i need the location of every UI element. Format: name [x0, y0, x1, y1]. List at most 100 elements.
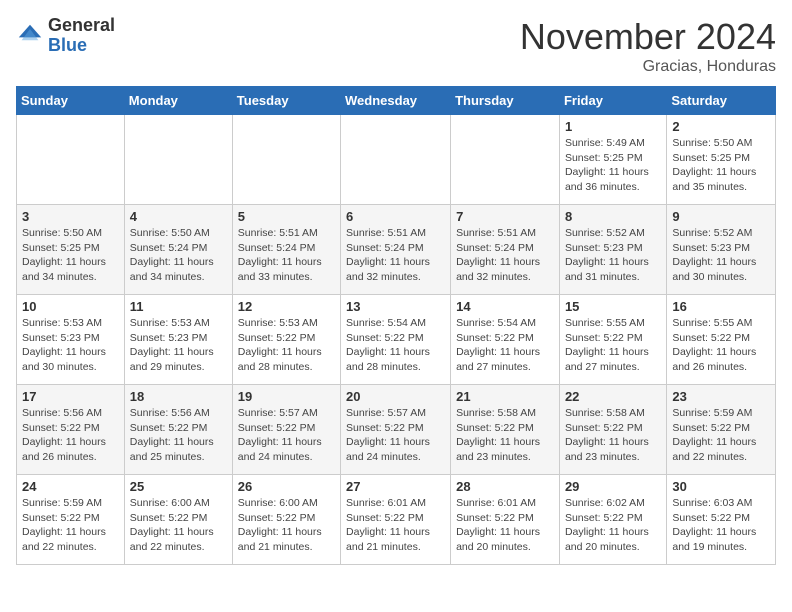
- day-number: 11: [130, 299, 227, 314]
- day-number: 24: [22, 479, 119, 494]
- day-info: Sunrise: 5:55 AM Sunset: 5:22 PM Dayligh…: [672, 316, 770, 375]
- day-number: 26: [238, 479, 335, 494]
- calendar-cell: 23 Sunrise: 5:59 AM Sunset: 5:22 PM Dayli…: [667, 385, 776, 475]
- calendar-cell: [451, 115, 560, 205]
- day-number: 23: [672, 389, 770, 404]
- day-info: Sunrise: 5:54 AM Sunset: 5:22 PM Dayligh…: [346, 316, 445, 375]
- day-number: 21: [456, 389, 554, 404]
- day-number: 2: [672, 119, 770, 134]
- logo-icon: [16, 22, 44, 50]
- day-number: 5: [238, 209, 335, 224]
- calendar-cell: 24 Sunrise: 5:59 AM Sunset: 5:22 PM Dayli…: [17, 475, 125, 565]
- day-info: Sunrise: 5:57 AM Sunset: 5:22 PM Dayligh…: [238, 406, 335, 465]
- day-number: 15: [565, 299, 661, 314]
- calendar-cell: 7 Sunrise: 5:51 AM Sunset: 5:24 PM Daylig…: [451, 205, 560, 295]
- day-number: 3: [22, 209, 119, 224]
- calendar-cell: [17, 115, 125, 205]
- weekday-header-row: SundayMondayTuesdayWednesdayThursdayFrid…: [17, 87, 776, 115]
- day-info: Sunrise: 5:51 AM Sunset: 5:24 PM Dayligh…: [238, 226, 335, 285]
- day-number: 27: [346, 479, 445, 494]
- day-number: 17: [22, 389, 119, 404]
- calendar-cell: 29 Sunrise: 6:02 AM Sunset: 5:22 PM Dayli…: [559, 475, 666, 565]
- calendar-cell: 25 Sunrise: 6:00 AM Sunset: 5:22 PM Dayli…: [124, 475, 232, 565]
- calendar-cell: 15Sunrise: 5:55 AM Sunset: 5:22 PM Dayli…: [559, 295, 666, 385]
- day-info: Sunrise: 5:50 AM Sunset: 5:24 PM Dayligh…: [130, 226, 227, 285]
- day-info: Sunrise: 5:52 AM Sunset: 5:23 PM Dayligh…: [672, 226, 770, 285]
- day-info: Sunrise: 5:53 AM Sunset: 5:22 PM Dayligh…: [238, 316, 335, 375]
- week-row-2: 3Sunrise: 5:50 AM Sunset: 5:25 PM Daylig…: [17, 205, 776, 295]
- day-number: 6: [346, 209, 445, 224]
- weekday-header-sunday: Sunday: [17, 87, 125, 115]
- calendar-cell: 21 Sunrise: 5:58 AM Sunset: 5:22 PM Dayli…: [451, 385, 560, 475]
- day-info: Sunrise: 5:51 AM Sunset: 5:24 PM Dayligh…: [346, 226, 445, 285]
- day-info: Sunrise: 5:56 AM Sunset: 5:22 PM Dayligh…: [22, 406, 119, 465]
- day-number: 28: [456, 479, 554, 494]
- day-info: Sunrise: 5:49 AM Sunset: 5:25 PM Dayligh…: [565, 136, 661, 195]
- day-number: 25: [130, 479, 227, 494]
- day-info: Sunrise: 5:57 AM Sunset: 5:22 PM Dayligh…: [346, 406, 445, 465]
- day-info: Sunrise: 6:00 AM Sunset: 5:22 PM Dayligh…: [238, 496, 335, 555]
- calendar-cell: 3Sunrise: 5:50 AM Sunset: 5:25 PM Daylig…: [17, 205, 125, 295]
- calendar-cell: 6 Sunrise: 5:51 AM Sunset: 5:24 PM Daylig…: [341, 205, 451, 295]
- day-info: Sunrise: 6:02 AM Sunset: 5:22 PM Dayligh…: [565, 496, 661, 555]
- calendar-cell: 20Sunrise: 5:57 AM Sunset: 5:22 PM Dayli…: [341, 385, 451, 475]
- day-info: Sunrise: 5:52 AM Sunset: 5:23 PM Dayligh…: [565, 226, 661, 285]
- calendar-cell: 2 Sunrise: 5:50 AM Sunset: 5:25 PM Daylig…: [667, 115, 776, 205]
- week-row-3: 10 Sunrise: 5:53 AM Sunset: 5:23 PM Dayli…: [17, 295, 776, 385]
- logo-general: General: [48, 15, 115, 35]
- calendar-cell: 14 Sunrise: 5:54 AM Sunset: 5:22 PM Dayli…: [451, 295, 560, 385]
- calendar-cell: 4Sunrise: 5:50 AM Sunset: 5:24 PM Daylig…: [124, 205, 232, 295]
- location-subtitle: Gracias, Honduras: [520, 58, 776, 76]
- day-info: Sunrise: 6:01 AM Sunset: 5:22 PM Dayligh…: [456, 496, 554, 555]
- calendar-table: SundayMondayTuesdayWednesdayThursdayFrid…: [16, 86, 776, 565]
- calendar-cell: 30Sunrise: 6:03 AM Sunset: 5:22 PM Dayli…: [667, 475, 776, 565]
- calendar-cell: 19 Sunrise: 5:57 AM Sunset: 5:22 PM Dayli…: [232, 385, 340, 475]
- day-number: 7: [456, 209, 554, 224]
- month-title: November 2024: [520, 16, 776, 58]
- weekday-header-friday: Friday: [559, 87, 666, 115]
- day-info: Sunrise: 6:01 AM Sunset: 5:22 PM Dayligh…: [346, 496, 445, 555]
- day-number: 13: [346, 299, 445, 314]
- day-info: Sunrise: 5:51 AM Sunset: 5:24 PM Dayligh…: [456, 226, 554, 285]
- weekday-header-thursday: Thursday: [451, 87, 560, 115]
- day-info: Sunrise: 5:59 AM Sunset: 5:22 PM Dayligh…: [672, 406, 770, 465]
- calendar-cell: 18Sunrise: 5:56 AM Sunset: 5:22 PM Dayli…: [124, 385, 232, 475]
- calendar-cell: [124, 115, 232, 205]
- week-row-1: 1 Sunrise: 5:49 AM Sunset: 5:25 PM Daylig…: [17, 115, 776, 205]
- calendar-cell: 17 Sunrise: 5:56 AM Sunset: 5:22 PM Dayli…: [17, 385, 125, 475]
- week-row-5: 24 Sunrise: 5:59 AM Sunset: 5:22 PM Dayli…: [17, 475, 776, 565]
- calendar-cell: 1 Sunrise: 5:49 AM Sunset: 5:25 PM Daylig…: [559, 115, 666, 205]
- calendar-cell: 28 Sunrise: 6:01 AM Sunset: 5:22 PM Dayli…: [451, 475, 560, 565]
- calendar-cell: 22 Sunrise: 5:58 AM Sunset: 5:22 PM Dayli…: [559, 385, 666, 475]
- calendar-cell: 11Sunrise: 5:53 AM Sunset: 5:23 PM Dayli…: [124, 295, 232, 385]
- day-number: 10: [22, 299, 119, 314]
- calendar-cell: 5 Sunrise: 5:51 AM Sunset: 5:24 PM Daylig…: [232, 205, 340, 295]
- day-number: 29: [565, 479, 661, 494]
- calendar-cell: 16Sunrise: 5:55 AM Sunset: 5:22 PM Dayli…: [667, 295, 776, 385]
- day-number: 1: [565, 119, 661, 134]
- day-info: Sunrise: 5:50 AM Sunset: 5:25 PM Dayligh…: [672, 136, 770, 195]
- day-info: Sunrise: 5:56 AM Sunset: 5:22 PM Dayligh…: [130, 406, 227, 465]
- calendar-cell: [232, 115, 340, 205]
- calendar-cell: 13 Sunrise: 5:54 AM Sunset: 5:22 PM Dayli…: [341, 295, 451, 385]
- day-number: 12: [238, 299, 335, 314]
- weekday-header-tuesday: Tuesday: [232, 87, 340, 115]
- day-number: 9: [672, 209, 770, 224]
- day-number: 22: [565, 389, 661, 404]
- day-info: Sunrise: 5:53 AM Sunset: 5:23 PM Dayligh…: [22, 316, 119, 375]
- page-header: General Blue November 2024 Gracias, Hond…: [16, 16, 776, 76]
- calendar-cell: 12 Sunrise: 5:53 AM Sunset: 5:22 PM Dayli…: [232, 295, 340, 385]
- day-number: 8: [565, 209, 661, 224]
- day-info: Sunrise: 5:58 AM Sunset: 5:22 PM Dayligh…: [565, 406, 661, 465]
- day-number: 19: [238, 389, 335, 404]
- day-info: Sunrise: 5:54 AM Sunset: 5:22 PM Dayligh…: [456, 316, 554, 375]
- day-info: Sunrise: 5:58 AM Sunset: 5:22 PM Dayligh…: [456, 406, 554, 465]
- day-number: 14: [456, 299, 554, 314]
- calendar-cell: 26 Sunrise: 6:00 AM Sunset: 5:22 PM Dayli…: [232, 475, 340, 565]
- day-info: Sunrise: 6:00 AM Sunset: 5:22 PM Dayligh…: [130, 496, 227, 555]
- weekday-header-saturday: Saturday: [667, 87, 776, 115]
- calendar-cell: 8 Sunrise: 5:52 AM Sunset: 5:23 PM Daylig…: [559, 205, 666, 295]
- day-info: Sunrise: 5:59 AM Sunset: 5:22 PM Dayligh…: [22, 496, 119, 555]
- weekday-header-wednesday: Wednesday: [341, 87, 451, 115]
- title-block: November 2024 Gracias, Honduras: [520, 16, 776, 76]
